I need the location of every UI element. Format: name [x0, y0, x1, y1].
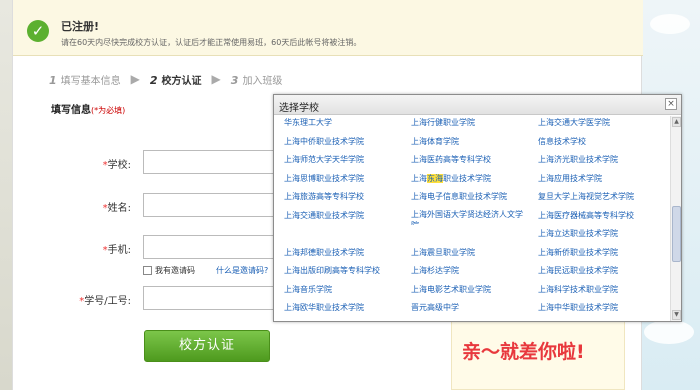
invite-code-checkbox[interactable]: 我有邀请码: [143, 265, 195, 276]
phone-input[interactable]: [143, 235, 277, 259]
school-item[interactable]: 晋元高级中学: [411, 299, 538, 318]
select-school-dialog: 选择学校 × 华东理工大学 上海行健职业学院 上海交通大学医学院上海中侨职业技术学院…: [273, 94, 682, 322]
step-3: 3 加入班级: [230, 73, 283, 87]
student-id-label: *学号/工号:: [79, 296, 131, 307]
name-label: *姓名:: [102, 203, 131, 214]
school-item[interactable]: 上海欧华职业技术学院: [284, 299, 411, 318]
step-2: 2 校方认证: [149, 73, 202, 87]
registered-notice: ✓ 已注册! 请在60天内尽快完成校方认证，认证后才能正常使用易班，60天后此帐…: [13, 0, 643, 56]
school-item[interactable]: 上海旅游高等专科学校: [284, 188, 411, 207]
background-left: [0, 0, 12, 390]
student-id-input[interactable]: [143, 286, 277, 310]
search-highlight: 东海: [427, 173, 443, 183]
scroll-down-icon[interactable]: ▼: [672, 310, 681, 320]
school-item[interactable]: 上海出版印刷高等专科学校: [284, 262, 411, 281]
arrow-right-icon: ▶: [211, 72, 221, 86]
school-item[interactable]: 信息技术学校: [538, 133, 670, 152]
school-empty: [284, 225, 411, 244]
school-label: *学校:: [102, 160, 131, 171]
school-item[interactable]: 上海东海职业技术学院: [411, 170, 538, 189]
school-item[interactable]: 上海科学技术职业学院: [538, 281, 670, 300]
checkbox[interactable]: [143, 266, 152, 275]
notice-description: 请在60天内尽快完成校方认证，认证后才能正常使用易班，60天后此帐号将被注销。: [61, 38, 362, 47]
school-item[interactable]: 上海杉达学院: [411, 262, 538, 281]
school-item[interactable]: 上海音乐学院: [284, 281, 411, 300]
school-item[interactable]: 上海交通职业技术学院: [284, 207, 411, 226]
school-item[interactable]: 上海新侨职业技术学院: [538, 244, 670, 263]
name-input[interactable]: [143, 193, 277, 217]
notice-title: 已注册!: [61, 20, 100, 33]
promo-banner: 亲～就差你啦!: [451, 320, 625, 390]
required-note: (*为必填): [91, 106, 126, 115]
phone-label: *手机:: [102, 245, 131, 256]
school-item[interactable]: 上海电子信息职业技术学院: [411, 188, 538, 207]
school-list: 华东理工大学 上海行健职业学院 上海交通大学医学院上海中侨职业技术学院 上海体育学院信…: [274, 116, 670, 321]
school-item[interactable]: 上海医疗器械高等专科学校: [538, 207, 670, 226]
dialog-header: 选择学校 ×: [274, 95, 681, 115]
checkmark-icon: ✓: [27, 20, 49, 42]
dialog-title: 选择学校: [279, 103, 319, 114]
school-item[interactable]: 上海济光职业技术学院: [538, 151, 670, 170]
school-item[interactable]: 上海行健职业学院: [411, 116, 538, 133]
step-1: 1 填写基本信息: [49, 73, 121, 87]
school-item[interactable]: 上海震旦职业学院: [411, 244, 538, 263]
school-item[interactable]: 上海电影艺术职业学院: [411, 281, 538, 300]
school-item[interactable]: 上海外国语大学贤达经济人文学院: [411, 207, 529, 226]
school-item[interactable]: 上海应用技术学院: [538, 170, 670, 189]
school-item[interactable]: 复旦大学上海视觉艺术学院: [538, 188, 670, 207]
school-empty: [411, 225, 538, 244]
verify-button[interactable]: 校方认证: [144, 330, 270, 362]
school-input[interactable]: [143, 150, 277, 174]
school-item[interactable]: 华东理工大学: [284, 116, 411, 133]
school-item[interactable]: 上海师范大学天华学院: [284, 151, 411, 170]
school-item[interactable]: 上海体育学院: [411, 133, 538, 152]
school-item[interactable]: 上海交通大学医学院: [538, 116, 670, 133]
close-icon[interactable]: ×: [665, 98, 677, 110]
school-item[interactable]: 上海立达职业技术学院: [538, 225, 670, 244]
arrow-right-icon: ▶: [130, 72, 140, 86]
school-item[interactable]: 上海思博职业技术学院: [284, 170, 411, 189]
section-title: 填写信息(*为必填): [51, 105, 126, 116]
school-item[interactable]: 上海中华职业技术学院: [538, 299, 670, 318]
school-item[interactable]: 上海民远职业技术学院: [538, 262, 670, 281]
promo-slogan: 亲～就差你啦!: [462, 341, 585, 363]
school-item[interactable]: 上海中侨职业技术学院: [284, 133, 411, 152]
scroll-up-icon[interactable]: ▲: [672, 117, 681, 127]
scrollbar-thumb[interactable]: [672, 206, 681, 262]
step-indicator: 1 填写基本信息 ▶ 2 校方认证 ▶ 3 加入班级: [49, 70, 282, 88]
scrollbar[interactable]: ▲ ▼: [670, 116, 681, 321]
school-item[interactable]: 上海邦德职业技术学院: [284, 244, 411, 263]
invite-code-help-link[interactable]: 什么是邀请码?: [216, 265, 268, 276]
school-item[interactable]: 上海医药高等专科学校: [411, 151, 538, 170]
